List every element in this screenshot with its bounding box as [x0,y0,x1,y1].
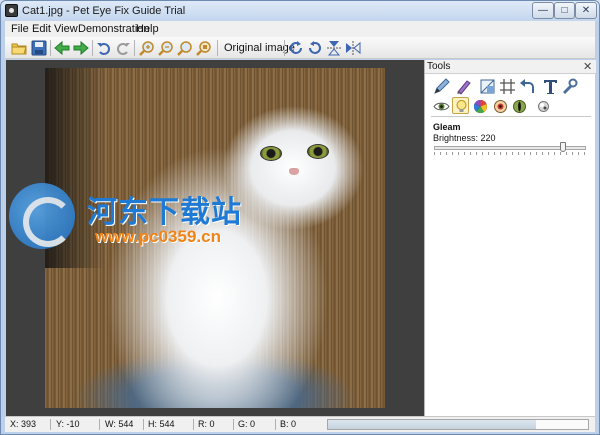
status-x: X: 393 [10,419,37,429]
watermark-overlay: 河东下载站 www.pc0359.cn [9,181,269,251]
brightness-slider-ticks [434,152,586,155]
status-green: G: 0 [238,419,256,429]
status-separator [143,419,144,430]
menu-view[interactable]: View [54,23,78,35]
save-icon[interactable] [31,40,47,56]
status-separator [193,419,194,430]
cat-right-eye [307,144,329,159]
progress-bar [327,419,589,430]
zoom-in-icon[interactable] [139,40,155,56]
bulb-icon[interactable] [452,97,469,114]
wrench-icon[interactable] [561,78,578,95]
tools-panel-header: Tools ✕ [425,60,596,74]
pen-icon[interactable] [433,78,450,95]
tools-divider [431,116,591,117]
watermark-logo-icon [9,183,75,249]
eraser-brush-icon[interactable] [455,78,472,95]
eye-icon[interactable] [433,98,450,115]
undo-icon[interactable] [96,40,112,56]
status-blue: B: 0 [280,419,297,429]
zoom-out-icon[interactable] [158,40,174,56]
progress-bar-fill [328,420,536,429]
flip-vertical-icon[interactable] [326,40,342,56]
menu-file[interactable]: File [11,23,29,35]
back-arrow-icon[interactable] [54,40,70,56]
tools-panel-title: Tools [427,61,451,72]
zoom-fit-icon[interactable] [177,40,193,56]
menu-bar: File Edit View Demonstration Help [5,21,595,37]
app-icon [5,4,18,17]
rotate-cw-icon[interactable] [288,40,304,56]
window-title: Cat1.jpg - Pet Eye Fix Guide Trial [22,5,186,17]
tools-panel: Tools ✕ Gleam Brightness: 220 [424,60,596,416]
cat-left-eye [260,146,282,161]
watermark-url: www.pc0359.cn [95,227,221,246]
rotate-ccw-icon[interactable] [307,40,323,56]
watermark-title: 河东下载站 [87,196,242,229]
brightness-label: Brightness: 220 [433,133,496,143]
toolbar-separator [50,40,51,56]
toolbar-separator [92,40,93,56]
toolbar: Original image [5,37,595,59]
toolbar-separator [284,40,285,56]
glare-icon[interactable] [535,98,552,115]
tools-panel-close-button[interactable]: ✕ [583,60,592,73]
zoom-actual-icon[interactable] [196,40,212,56]
forward-arrow-icon[interactable] [73,40,89,56]
status-separator [50,419,51,430]
brightness-slider-thumb[interactable] [559,142,566,152]
text-icon[interactable] [542,78,559,95]
maximize-button[interactable]: □ [554,2,575,19]
status-red: R: 0 [198,419,215,429]
gleam-section-label: Gleam [433,122,461,132]
flip-horizontal-icon[interactable] [345,40,361,56]
title-bar[interactable]: Cat1.jpg - Pet Eye Fix Guide Trial — □ ✕ [1,1,599,21]
open-folder-icon[interactable] [11,40,27,56]
pupil-icon[interactable] [511,98,528,115]
close-button[interactable]: ✕ [575,2,597,19]
toolbar-separator [217,40,218,56]
menu-help[interactable]: Help [136,23,159,35]
grid-icon[interactable] [499,78,516,95]
status-bar: X: 393 Y: -10 W: 544 H: 544 R: 0 G: 0 B:… [5,416,595,432]
cat-nose [289,168,299,175]
undo-arrow-icon[interactable] [519,78,536,95]
crop-icon[interactable] [479,78,496,95]
status-separator [275,419,276,430]
menu-edit[interactable]: Edit [32,23,51,35]
color-wheel-icon[interactable] [472,98,489,115]
toolbar-separator [134,40,135,56]
red-eye-icon[interactable] [492,98,509,115]
minimize-button[interactable]: — [532,2,554,19]
status-separator [99,419,100,430]
status-separator [233,419,234,430]
redo-icon[interactable] [115,40,131,56]
app-window: Cat1.jpg - Pet Eye Fix Guide Trial — □ ✕… [0,0,600,435]
status-height: H: 544 [148,419,175,429]
status-width: W: 544 [105,419,134,429]
status-y: Y: -10 [56,419,80,429]
